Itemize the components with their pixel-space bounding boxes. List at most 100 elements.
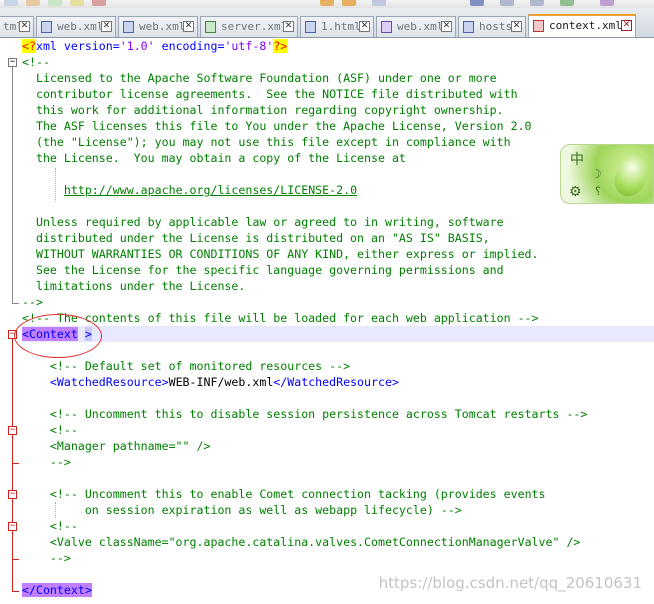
tab-label: hosts xyxy=(479,20,513,33)
close-icon[interactable]: ✕ xyxy=(359,21,370,32)
license-url-link[interactable]: http://www.apache.org/licenses/LICENSE-2… xyxy=(64,183,357,197)
code-line: on session expiration as well as webapp … xyxy=(22,502,654,518)
toolbar xyxy=(0,0,654,8)
tab-label: web.xml xyxy=(139,20,186,33)
code-line: --> xyxy=(22,295,43,309)
code-line: distributed under the License is distrib… xyxy=(22,231,490,245)
toolbar-button-icon[interactable] xyxy=(560,0,574,6)
toolbar-button-icon[interactable] xyxy=(372,0,386,6)
code-line: <Valve className="org.apache.catalina.va… xyxy=(22,534,654,550)
tab-web-xml[interactable]: web.xml ✕ xyxy=(118,16,198,37)
fold-collapse-icon[interactable]: − xyxy=(8,522,17,531)
tab-html[interactable]: tml ✕ xyxy=(0,16,34,37)
tab-label: 1.html xyxy=(321,20,361,33)
code-line: --> xyxy=(22,454,654,470)
ime-toolbar[interactable]: 中 ☽ ⚙ ؟ xyxy=(560,144,654,204)
code-lines: <?xml version='1.0' encoding='utf-8'?> <… xyxy=(22,38,654,598)
comment-text: <!-- Uncomment this to disable session p… xyxy=(49,407,588,421)
code-line: Unless required by applicable law or agr… xyxy=(22,215,504,229)
code-line: <!-- xyxy=(22,518,654,534)
close-icon[interactable]: ✕ xyxy=(183,21,194,32)
fold-line-end xyxy=(12,559,19,560)
close-icon[interactable]: ✕ xyxy=(101,21,112,32)
help-icon[interactable]: ؟ xyxy=(595,185,601,198)
code-editor[interactable]: − − − − − <?xml version='1.0' encoding='… xyxy=(0,38,654,604)
pi-name: xml version= xyxy=(35,39,120,53)
gear-icon[interactable]: ⚙ xyxy=(569,184,582,200)
pi-open: <? xyxy=(22,39,36,53)
file-icon xyxy=(41,21,52,33)
file-icon xyxy=(305,21,316,33)
pi-encoding-attr: encoding= xyxy=(154,39,225,53)
fold-collapse-icon[interactable]: − xyxy=(8,490,17,499)
close-icon[interactable]: ✕ xyxy=(19,21,30,32)
tab-label: web.xml xyxy=(57,20,104,33)
code-line-current: <Context > xyxy=(22,326,654,342)
comment-open: <!-- xyxy=(49,423,78,437)
code-line: --> xyxy=(22,550,654,566)
tab-server-xml[interactable]: server.xml ✕ xyxy=(200,16,298,37)
tab-1-html[interactable]: 1.html ✕ xyxy=(300,16,374,37)
ime-language-toggle[interactable]: 中 xyxy=(570,149,584,169)
code-line: The ASF licenses this file to You under … xyxy=(22,119,532,133)
tab-label: server.xml xyxy=(221,20,288,33)
toolbar-button-icon[interactable] xyxy=(26,0,40,6)
code-line: WITHOUT WARRANTIES OR CONDITIONS OF ANY … xyxy=(22,247,539,261)
pi-encoding: 'utf-8' xyxy=(224,39,274,53)
file-icon xyxy=(533,20,544,32)
watched-resource-value: WEB-INF/web.xml xyxy=(168,375,274,389)
tab-context-xml[interactable]: context.xml ✕ xyxy=(528,14,636,37)
tab-label: context.xml xyxy=(549,19,622,32)
code-line: <!-- Uncomment this to disable session p… xyxy=(22,406,654,422)
tab-web-xml[interactable]: web.xml ✕ xyxy=(36,16,116,37)
moon-icon[interactable]: ☽ xyxy=(591,167,602,181)
close-icon[interactable]: ✕ xyxy=(621,20,632,31)
code-line: <!-- xyxy=(22,55,50,69)
close-icon[interactable]: ✕ xyxy=(441,21,452,32)
code-line: <!-- The contents of this file will be l… xyxy=(22,311,539,325)
fold-line xyxy=(12,67,13,303)
fold-line-end xyxy=(12,303,19,304)
toolbar-button-icon[interactable] xyxy=(600,0,614,6)
toolbar-button-icon[interactable] xyxy=(48,0,62,6)
fold-collapse-icon[interactable]: − xyxy=(8,58,17,67)
tab-label: web.xml xyxy=(397,20,444,33)
fold-line-end xyxy=(12,591,19,592)
toolbar-button-icon[interactable] xyxy=(342,0,356,6)
code-line: limitations under the License. xyxy=(22,279,246,293)
watched-resource-open-tag: <WatchedResource> xyxy=(49,375,169,389)
code-line: contributor license agreements. See the … xyxy=(22,87,518,101)
toolbar-button-icon[interactable] xyxy=(470,0,484,6)
comment-text: on session expiration as well as webapp … xyxy=(49,503,462,517)
context-close-tag: </Context> xyxy=(22,583,92,597)
file-icon xyxy=(123,21,134,33)
code-line: (the "License"); you may not use this fi… xyxy=(22,135,511,149)
toolbar-button-icon[interactable] xyxy=(320,0,334,6)
close-icon[interactable]: ✕ xyxy=(283,21,294,32)
commented-valve-element: <Valve className="org.apache.catalina.va… xyxy=(49,535,581,549)
close-icon[interactable]: ✕ xyxy=(511,21,522,32)
code-line: Licensed to the Apache Software Foundati… xyxy=(22,71,497,85)
code-line: <?xml version='1.0' encoding='utf-8'?> xyxy=(22,38,654,54)
tab-hosts[interactable]: hosts ✕ xyxy=(458,16,526,37)
tab-web-xml[interactable]: web.xml ✕ xyxy=(376,16,456,37)
code-line: <!-- xyxy=(22,422,654,438)
toolbar-button-icon[interactable] xyxy=(70,0,84,6)
comment-open: <!-- xyxy=(49,519,78,533)
commented-manager-element: <Manager pathname="" /> xyxy=(49,439,211,453)
comment-close: --> xyxy=(49,455,71,469)
watermark: https://blog.csdn.net/qq_20610631 xyxy=(378,574,642,592)
toolbar-button-icon[interactable] xyxy=(4,0,18,6)
fold-line-end xyxy=(12,463,19,464)
code-line: See the License for the specific languag… xyxy=(22,263,504,277)
fold-collapse-icon[interactable]: − xyxy=(8,426,17,435)
toolbar-button-icon[interactable] xyxy=(530,0,544,6)
pi-version: '1.0' xyxy=(119,39,155,53)
toolbar-button-icon[interactable] xyxy=(92,0,106,6)
watched-resource-close-tag: </WatchedResource> xyxy=(273,375,399,389)
toolbar-button-icon[interactable] xyxy=(500,0,514,6)
